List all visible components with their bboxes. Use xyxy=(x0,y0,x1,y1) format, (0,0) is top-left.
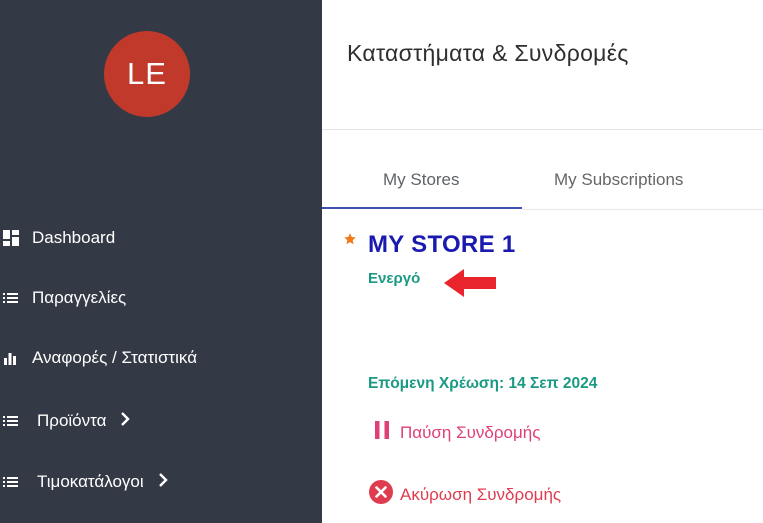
sidebar-item-label: Dashboard xyxy=(32,228,116,247)
sidebar-item-products[interactable]: Προϊόντα xyxy=(0,411,131,431)
dashboard-grid-icon xyxy=(3,229,21,247)
status-badge: Ενεργό xyxy=(368,270,421,287)
next-charge-date: Επόμενη Χρέωση: 14 Σεπ 2024 xyxy=(368,375,598,392)
chevron-right-icon xyxy=(120,411,131,431)
close-circle-icon xyxy=(369,480,393,509)
active-tab-indicator xyxy=(322,207,522,209)
main-content: Καταστήματα & Συνδρομές My Stores My Sub… xyxy=(322,0,763,523)
annotation-arrow-icon xyxy=(442,266,498,305)
sidebar-item-pricelists[interactable]: Τιμοκατάλογοι xyxy=(0,472,168,492)
sidebar-item-label: Προϊόντα xyxy=(37,411,107,430)
divider xyxy=(322,129,763,130)
chevron-right-icon xyxy=(158,472,168,492)
sidebar-item-label: Αναφορές / Στατιστικά xyxy=(32,348,198,367)
sidebar-item-orders[interactable]: Παραγγελίες xyxy=(0,288,126,308)
cancel-subscription-button[interactable]: Ακύρωση Συνδρομής xyxy=(369,480,561,509)
pause-icon xyxy=(374,420,390,445)
divider xyxy=(522,209,763,210)
store-name[interactable]: MY STORE 1 xyxy=(368,231,516,259)
sidebar-item-label: Τιμοκατάλογοι xyxy=(37,472,144,491)
tab-my-stores[interactable]: My Stores xyxy=(383,170,460,190)
bar-chart-icon xyxy=(3,349,21,367)
avatar[interactable]: LE xyxy=(104,31,190,117)
pause-subscription-label: Παύση Συνδρομής xyxy=(400,422,541,442)
page-title: Καταστήματα & Συνδρομές xyxy=(347,40,629,66)
sidebar-item-dashboard[interactable]: Dashboard xyxy=(0,228,115,248)
sidebar-item-label: Παραγγελίες xyxy=(32,288,127,307)
tab-my-subscriptions[interactable]: My Subscriptions xyxy=(554,170,683,190)
pause-subscription-button[interactable]: Παύση Συνδρομής xyxy=(374,420,540,445)
list-icon xyxy=(3,473,21,491)
cancel-subscription-label: Ακύρωση Συνδρομής xyxy=(400,484,562,504)
list-icon xyxy=(3,289,21,307)
star-icon xyxy=(343,232,357,251)
sidebar: LE Dashboard Παραγγελίες Αναφορές / Στατ… xyxy=(0,0,322,523)
sidebar-item-reports[interactable]: Αναφορές / Στατιστικά xyxy=(0,348,197,368)
list-icon xyxy=(3,412,21,430)
